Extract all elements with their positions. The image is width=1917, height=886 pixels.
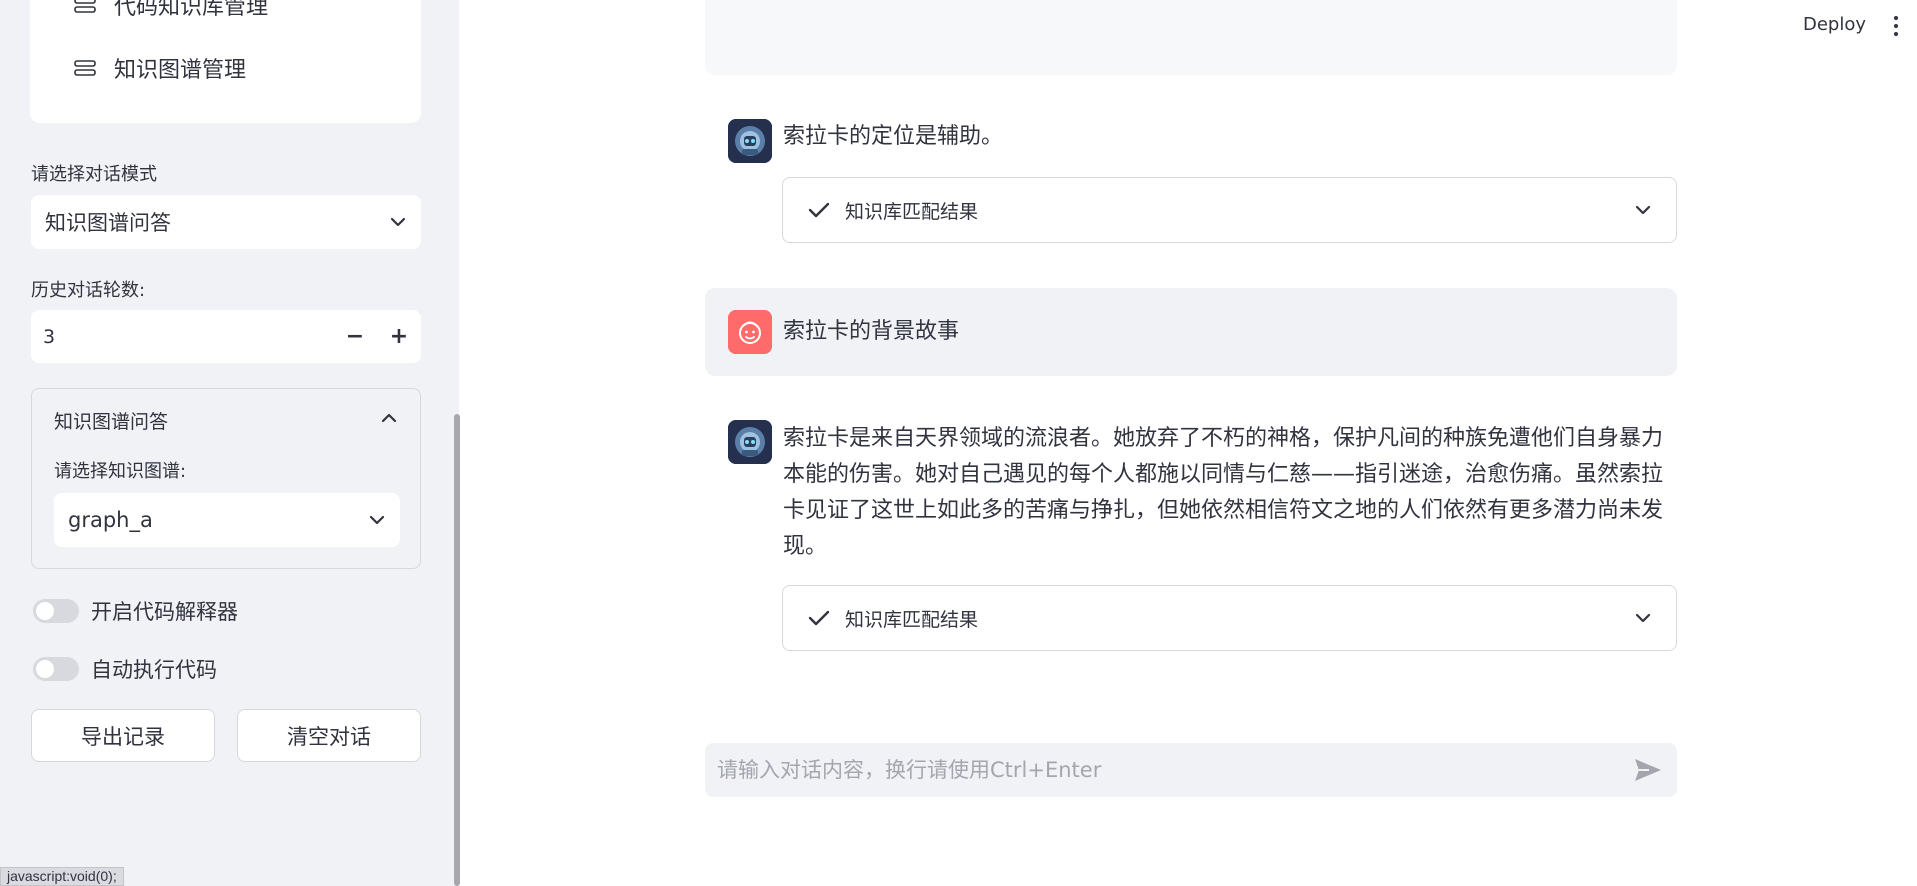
- nav-item-label: 知识图谱管理: [114, 58, 247, 83]
- chat-input-box: [705, 743, 1677, 797]
- bot-avatar: [728, 119, 772, 163]
- nav-item-code-kb[interactable]: 代码知识库管理: [74, 0, 268, 20]
- chevron-down-icon: [369, 515, 385, 525]
- dialog-mode-label: 请选择对话模式: [31, 164, 157, 185]
- kb-result-label: 知识库匹配结果: [845, 200, 979, 223]
- decrement-button[interactable]: −: [333, 324, 377, 349]
- list-icon: [74, 0, 96, 13]
- increment-button[interactable]: +: [377, 324, 421, 349]
- code-interpreter-label: 开启代码解释器: [91, 600, 238, 624]
- kb-result-expander[interactable]: 知识库匹配结果: [782, 177, 1677, 243]
- chevron-up-icon[interactable]: [380, 409, 398, 427]
- sidebar: 代码知识库管理 知识图谱管理 请选择对话模式 知识图谱问答 历史对话轮数: 3 …: [0, 0, 460, 886]
- history-rounds-input[interactable]: 3: [31, 326, 333, 348]
- status-bar-url: javascript:void(0);: [0, 867, 124, 886]
- kg-expander: 知识图谱问答 请选择知识图谱: graph_a: [31, 388, 421, 569]
- sidebar-scrollbar[interactable]: [454, 414, 460, 886]
- assistant-message-text: 索拉卡是来自天界领域的流浪者。她放弃了不朽的神格，保护凡间的种族免遭他们自身暴力…: [783, 421, 1683, 565]
- more-menu-icon[interactable]: [1893, 16, 1899, 38]
- kb-result-label: 知识库匹配结果: [845, 608, 979, 631]
- user-message-text: 索拉卡的背景故事: [783, 319, 960, 344]
- code-interpreter-toggle-row[interactable]: 开启代码解释器: [33, 596, 238, 626]
- history-rounds-stepper: 3 − +: [31, 310, 421, 363]
- dialog-mode-value: 知识图谱问答: [45, 211, 171, 235]
- bot-avatar: [728, 420, 772, 464]
- assistant-message-line: 现。: [783, 534, 828, 559]
- kg-expander-title[interactable]: 知识图谱问答: [54, 407, 168, 434]
- kg-select[interactable]: graph_a: [54, 493, 400, 547]
- nav-item-knowledge-graph[interactable]: 知识图谱管理: [74, 53, 246, 83]
- previous-message-bubble: [705, 0, 1677, 75]
- assistant-message-text: 索拉卡的定位是辅助。: [783, 124, 1004, 149]
- chat-input[interactable]: [717, 743, 1597, 797]
- robot-icon: [728, 420, 772, 464]
- history-rounds-label: 历史对话轮数:: [31, 280, 146, 301]
- nav-item-label: 代码知识库管理: [114, 0, 269, 20]
- auto-exec-toggle-row[interactable]: 自动执行代码: [33, 654, 217, 684]
- assistant-message-line: 索拉卡是来自天界领域的流浪者。她放弃了不朽的神格，保护凡间的种族免遭他们自身暴力: [783, 426, 1664, 451]
- auto-exec-label: 自动执行代码: [91, 658, 217, 682]
- deploy-button[interactable]: Deploy: [1803, 14, 1866, 35]
- code-interpreter-toggle[interactable]: [33, 599, 79, 623]
- list-icon: [74, 60, 96, 76]
- check-icon: [808, 202, 830, 218]
- chevron-down-icon: [1635, 205, 1651, 215]
- user-avatar: [728, 310, 772, 354]
- export-button[interactable]: 导出记录: [31, 709, 215, 762]
- assistant-message-line: 卡见证了这世上如此多的苦痛与挣扎，但她依然相信符文之地的人们依然有更多潜力尚未发: [783, 498, 1664, 523]
- smiley-icon: [728, 310, 772, 354]
- kg-select-label: 请选择知识图谱:: [54, 461, 187, 482]
- kg-select-value: graph_a: [68, 508, 153, 532]
- dialog-mode-select[interactable]: 知识图谱问答: [31, 195, 421, 249]
- robot-icon: [728, 119, 772, 163]
- check-icon: [808, 610, 830, 626]
- send-icon[interactable]: [1633, 756, 1663, 784]
- kb-result-expander[interactable]: 知识库匹配结果: [782, 585, 1677, 651]
- clear-chat-button[interactable]: 清空对话: [237, 709, 421, 762]
- auto-exec-toggle[interactable]: [33, 657, 79, 681]
- assistant-message-line: 本能的伤害。她对自己遇见的每个人都施以同情与仁慈——指引迷途，治愈伤痛。虽然索拉: [783, 462, 1664, 487]
- chevron-down-icon: [390, 217, 406, 227]
- chevron-down-icon: [1635, 613, 1651, 623]
